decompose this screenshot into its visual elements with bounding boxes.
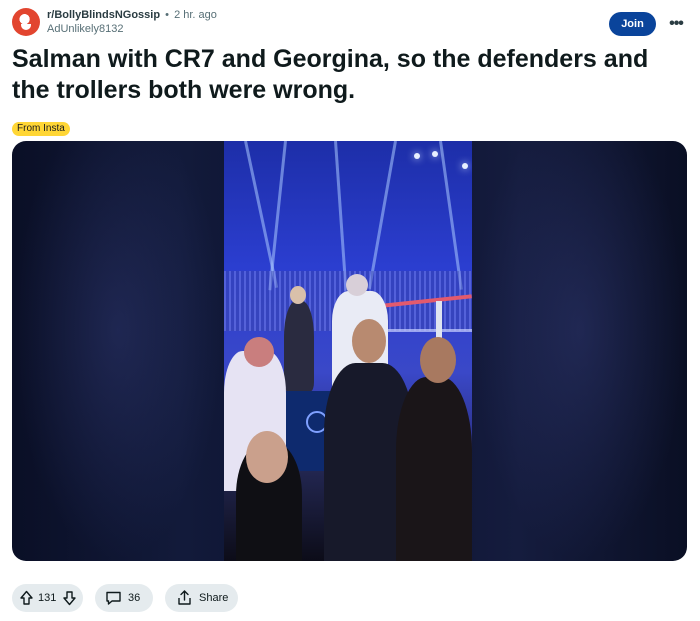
- share-icon: [176, 589, 193, 606]
- comment-bubble-icon: [105, 590, 122, 606]
- vote-group: 131: [12, 584, 83, 612]
- person-referee: [284, 301, 314, 391]
- subreddit-link[interactable]: r/BollyBlindsNGossip: [47, 9, 160, 21]
- post-header: r/BollyBlindsNGossip • 2 hr. ago AdUnlik…: [12, 8, 688, 40]
- downvote-arrow-icon[interactable]: [62, 590, 77, 606]
- stage-light-beam: [334, 141, 348, 291]
- vote-count: 131: [38, 592, 57, 604]
- comment-count: 36: [128, 592, 141, 604]
- upvote-arrow-icon[interactable]: [19, 590, 34, 606]
- stage-light-beam: [439, 141, 463, 290]
- stage-light-beam: [367, 141, 397, 289]
- media-blur-background-right: [472, 141, 687, 561]
- person-head: [246, 431, 288, 483]
- post-actions: 131 36 Share: [12, 584, 412, 612]
- person-head: [244, 337, 274, 367]
- post-image[interactable]: [224, 141, 472, 561]
- post-title[interactable]: Salman with CR7 and Georgina, so the def…: [12, 44, 688, 106]
- stage-light: [462, 163, 468, 169]
- subreddit-avatar[interactable]: [12, 8, 40, 36]
- meta-line: r/BollyBlindsNGossip • 2 hr. ago: [47, 9, 217, 22]
- comments-button[interactable]: 36: [95, 584, 153, 612]
- person-head: [420, 337, 456, 383]
- author-link[interactable]: AdUnlikely8132: [47, 23, 217, 36]
- person-head: [352, 319, 386, 363]
- stage-light-beam: [268, 141, 287, 291]
- post-flair[interactable]: From Insta: [12, 122, 70, 136]
- join-button[interactable]: Join: [609, 12, 656, 36]
- post-media[interactable]: [12, 141, 687, 561]
- ring-post: [436, 301, 442, 341]
- ring-rope: [374, 329, 472, 332]
- share-label: Share: [199, 592, 229, 604]
- media-blur-background-left: [12, 141, 224, 561]
- more-dots-icon[interactable]: •••: [664, 12, 688, 36]
- share-button[interactable]: Share: [165, 584, 238, 612]
- person-head: [346, 274, 368, 296]
- post-meta: r/BollyBlindsNGossip • 2 hr. ago AdUnlik…: [47, 9, 217, 36]
- post-time: 2 hr. ago: [174, 9, 217, 21]
- meta-separator: •: [165, 9, 169, 21]
- person-right: [396, 377, 472, 561]
- stage-light: [432, 151, 438, 157]
- stage-light: [414, 153, 420, 159]
- person-head: [290, 286, 306, 304]
